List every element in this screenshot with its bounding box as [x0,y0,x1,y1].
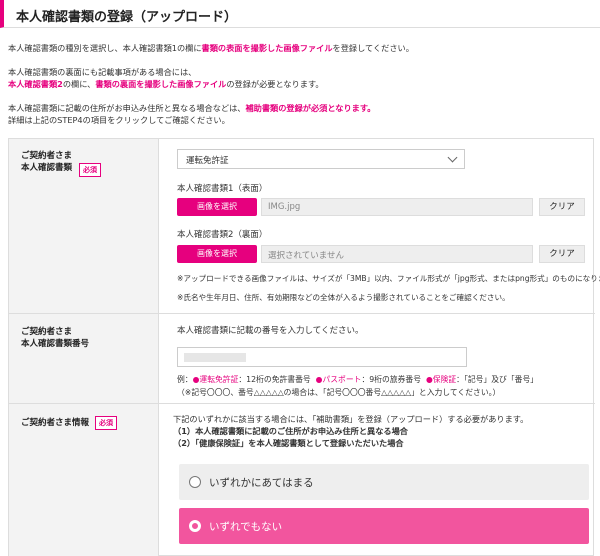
document-upload-row: ご契約者さま 本人確認書類 必須 運転免許証 本人確認書類1（表面） 画像を選択… [9,139,600,314]
radio-circle-icon [189,476,201,488]
required-badge: 必須 [79,163,101,177]
file-name: IMG.jpg [268,202,301,212]
intro-text: 本人確認書類の種別を選択し、本人確認書類1の欄に [8,43,202,53]
intro-highlight: 書類の表面を撮影した画像ファイル [201,43,333,53]
row-label: ご契約者さま [21,327,73,337]
number-examples: 例：●運転免許証：12桁の免許書番号 ●パスポート：9桁の旅券番号 ●保険証：「… [177,374,538,385]
number-example-note: （※記号〇〇〇、番号△△△△△の場合は、「記号〇〇〇番号△△△△△」と入力してく… [177,388,501,397]
page-title: 本人確認書類の登録（アップロード） [16,10,238,25]
option-label: いずれでもない [209,521,283,533]
intro-line-1: 本人確認書類の種別を選択し、本人確認書類1の欄に書類の表面を撮影した画像ファイル… [8,42,414,54]
intro-highlight: 補助書類の登録が必須となります。 [245,103,376,113]
upload-note-photo: ※氏名や生年月日、住所、有効期限などの全体が入るよう撮影されていることをご確認く… [177,293,510,302]
condition-1: （1）本人確認書類に記載のご住所がお申込み住所と異なる場合 [173,426,408,436]
document2-file-field[interactable]: 選択されていません [261,245,533,263]
example-desc: ：「記号」及び「番号」 [456,375,539,384]
intro-line-5: 詳細は上記のSTEP4の項目をクリックしてご確認ください。 [8,115,230,125]
choose-image-button-1[interactable]: 画像を選択 [177,198,257,216]
example-prefix: 例： [177,375,193,384]
intro-line-2: 本人確認書類の裏面にも記載事項がある場合には、 [8,67,197,77]
row-label: ご契約者さま [21,151,73,161]
radio-selected-icon [189,520,201,532]
row-label: ご契約者さま情報 [21,418,90,428]
info-description: 下記のいずれかに該当する場合には、「補助書類」を登録（アップロード）する必要があ… [173,414,529,424]
document-type-select[interactable]: 運転免許証 [177,149,465,169]
condition-2: （2）「健康保険証」を本人確認書類として登録いただいた場合 [173,438,404,448]
intro-text: を登録してください。 [332,43,414,53]
clear-button-2[interactable]: クリア [539,245,585,263]
intro-text: の登録が必要となります。 [226,79,324,89]
intro-text: 本人確認書類に記載の住所がお申込み住所と異なる場合などは、 [8,103,246,113]
document1-label: 本人確認書類1（表面） [177,184,268,194]
intro-text: の欄に、 [62,79,96,89]
document1-file-field[interactable]: IMG.jpg [261,198,533,216]
upload-note-size: ※アップロードできる画像ファイルは、サイズが「3MB」以内、ファイル形式が「jp… [177,274,600,283]
row-label: 本人確認書類 [21,163,73,173]
example-desc: ：9桁の旅券番号 [361,375,421,384]
radio-option-applies[interactable]: いずれかにあてはまる [179,464,589,500]
option-label: いずれかにあてはまる [209,477,314,489]
choose-image-button-2[interactable]: 画像を選択 [177,245,257,263]
file-placeholder: 選択されていません [268,251,344,261]
example-desc: ：12桁の免許書番号 [238,375,311,384]
row-header: ご契約者さま情報 必須 [9,404,159,556]
row-header: ご契約者さま 本人確認書類 必須 [9,139,159,313]
intro-line-3: 本人確認書類2の欄に、書類の裏面を撮影した画像ファイルの登録が必要となります。 [8,78,324,90]
row-header: ご契約者さま 本人確認書類番号 [9,314,159,403]
page-header: 本人確認書類の登録（アップロード） [0,0,600,28]
document-number-row: ご契約者さま 本人確認書類番号 本人確認書類に記載の番号を入力してください。 例… [9,314,595,404]
contractor-info-row: ご契約者さま情報 必須 下記のいずれかに該当する場合には、「補助書類」を登録（ア… [9,404,595,556]
example-name: ●運転免許証 [192,375,239,384]
intro-highlight: 書類の裏面を撮影した画像ファイル [95,79,227,89]
intro-highlight: 本人確認書類2 [8,79,63,89]
registration-form: ご契約者さま 本人確認書類 必須 運転免許証 本人確認書類1（表面） 画像を選択… [8,138,600,556]
intro-line-4: 本人確認書類に記載の住所がお申込み住所と異なる場合などは、補助書類の登録が必須と… [8,102,375,114]
redacted-value [184,353,246,362]
selected-value: 運転免許証 [186,156,229,166]
document-number-input[interactable] [177,347,467,367]
radio-option-none[interactable]: いずれでもない [179,508,589,544]
document2-label: 本人確認書類2（裏面） [177,230,268,240]
example-name: ●保険証 [425,375,457,384]
example-name: ●パスポート [315,375,362,384]
number-instruction: 本人確認書類に記載の番号を入力してください。 [177,326,364,336]
chevron-down-icon [447,152,458,163]
required-badge: 必須 [95,416,117,430]
clear-button-1[interactable]: クリア [539,198,585,216]
row-label: 本人確認書類番号 [21,339,90,349]
